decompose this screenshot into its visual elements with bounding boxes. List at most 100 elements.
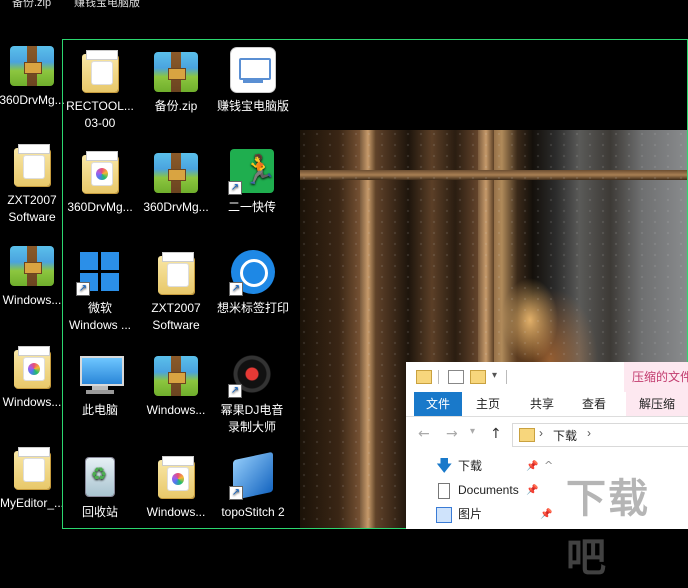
tab-share[interactable]: 共享	[522, 392, 562, 416]
tab-home[interactable]: 主页	[468, 392, 508, 416]
shortcut-arrow-icon: ↗	[228, 181, 242, 195]
recent-dropdown-icon[interactable]: ▾	[470, 426, 475, 437]
label-print-app-icon: ↗	[229, 248, 277, 296]
folder-icon	[8, 140, 56, 188]
shortcut-arrow-icon: ↗	[228, 384, 242, 398]
desktop-icon[interactable]: ZXT2007 Software	[140, 248, 212, 334]
desktop-icon-label: topoStitch 2	[221, 505, 285, 519]
nav-item-label: 下载	[458, 459, 483, 473]
back-arrow-icon[interactable]: ←	[418, 426, 430, 442]
desktop-icon[interactable]: ↗ 想米标签打印	[216, 248, 290, 317]
desktop-icon[interactable]: 赚钱宝电脑版	[216, 46, 290, 115]
desktop-icon[interactable]: ↗ 幂果DJ电音 录制大师	[216, 350, 288, 436]
address-bar[interactable]: › 下载 ›	[512, 423, 688, 447]
download-arrow-icon: 🡇	[436, 456, 453, 475]
chevron-up-icon[interactable]: ^	[544, 459, 553, 472]
folder-icon	[8, 443, 56, 491]
desktop-icon-label: ZXT2007 Software	[7, 193, 57, 224]
desktop-icon-label: 360DrvMg...	[0, 93, 65, 107]
desktop-icon[interactable]: 此电脑	[64, 350, 136, 419]
toolbar-separator	[438, 370, 439, 384]
customize-dropdown-icon[interactable]: ▾	[492, 370, 506, 382]
documents-icon	[438, 483, 450, 499]
zip-archive-icon	[8, 40, 56, 88]
pictures-icon	[436, 507, 452, 523]
address-path: 下载	[553, 429, 578, 443]
zip-archive-icon	[152, 350, 200, 398]
desktop-icon[interactable]: ↗ 微软 Windows ...	[64, 248, 136, 334]
desktop-icon-label: MyEditor_...	[0, 496, 65, 510]
desktop-icon[interactable]: 回收站	[64, 452, 136, 521]
up-arrow-icon[interactable]: ↑	[490, 426, 502, 442]
zip-archive-icon	[152, 46, 200, 94]
kuaichuan-app-icon: 🏃 ↗	[228, 147, 277, 195]
folder-icon	[8, 342, 56, 390]
wallpaper-dark-area	[300, 0, 688, 130]
desktop-icon-label: 360DrvMg...	[67, 200, 133, 214]
shortcut-arrow-icon: ↗	[229, 486, 243, 500]
windows-logo-icon: ↗	[76, 248, 124, 296]
desktop-icon[interactable]: 360DrvMg...	[0, 40, 68, 109]
folder-icon	[76, 147, 124, 195]
desktop-icon-label: 回收站	[81, 505, 118, 519]
desktop-icon[interactable]: ZXT2007 Software	[0, 140, 68, 226]
pin-icon[interactable]: 📌	[526, 485, 538, 496]
address-bar-row: ← → ▾ ↑ › 下载 ›	[406, 417, 688, 451]
desktop-icon-label: 二一快传	[227, 200, 276, 214]
desktop-icon-label: 此电脑	[81, 403, 118, 417]
desktop-icon[interactable]: 360DrvMg...	[64, 147, 136, 216]
chevron-right-icon[interactable]: ›	[539, 426, 543, 440]
desktop-icon-label: 赚钱宝电脑版	[216, 99, 289, 113]
desktop-icon[interactable]: ↗ topoStitch 2	[216, 451, 290, 521]
nav-item-label: 图片	[458, 507, 483, 521]
desktop-icon[interactable]: Windows...	[0, 240, 68, 309]
zhuanqianbao-app-icon	[229, 46, 277, 94]
new-folder-icon[interactable]	[470, 370, 486, 384]
tab-view[interactable]: 查看	[574, 392, 614, 416]
tab-extract[interactable]: 解压缩	[626, 392, 688, 416]
desktop-icon-label: 360DrvMg...	[143, 200, 209, 214]
desktop-icon[interactable]: MyEditor_...	[0, 443, 68, 512]
folder-icon[interactable]	[416, 370, 432, 384]
desktop-icon-label: 想米标签打印	[216, 301, 289, 315]
folder-icon	[76, 46, 124, 94]
cutoff-label: 赚钱宝电脑版	[74, 0, 140, 9]
folder-icon	[519, 428, 535, 442]
folder-icon	[152, 452, 200, 500]
this-pc-icon	[76, 350, 124, 398]
toolbar-separator	[506, 370, 507, 384]
desktop-icon-label: 备份.zip	[154, 99, 198, 113]
shortcut-arrow-icon: ↗	[229, 282, 243, 296]
desktop-icon[interactable]: Windows...	[0, 342, 68, 411]
dj-record-app-icon: ↗	[228, 350, 276, 398]
tab-file[interactable]: 文件	[414, 392, 462, 416]
shortcut-arrow-icon: ↗	[76, 282, 90, 296]
desktop-icon[interactable]: 360DrvMg...	[140, 147, 212, 216]
properties-icon[interactable]	[448, 370, 464, 384]
desktop-icon-label: ZXT2007 Software	[151, 301, 201, 332]
desktop-icon[interactable]: 备份.zip	[140, 46, 212, 115]
topostitch-app-icon: ↗	[229, 451, 277, 501]
chevron-right-icon[interactable]: ›	[587, 426, 591, 440]
forward-arrow-icon[interactable]: →	[446, 426, 458, 442]
desktop-icon[interactable]: Windows...	[140, 452, 212, 521]
top-cutoff-labels: 备份.zip 赚钱宝电脑版	[0, 0, 300, 10]
desktop-icon-label: Windows...	[146, 403, 206, 417]
zip-archive-icon	[152, 147, 200, 195]
desktop-icon-label: RECTOOL... 03-00	[66, 99, 134, 130]
desktop-icon-label: 幂果DJ电音 录制大师	[220, 403, 284, 434]
desktop-icon-label: Windows...	[146, 505, 206, 519]
zip-archive-icon	[8, 240, 56, 288]
desktop-icon[interactable]: RECTOOL... 03-00	[64, 46, 136, 132]
pin-icon[interactable]: 📌	[526, 461, 538, 472]
compressed-tools-context-tab[interactable]: 压缩的文件	[624, 362, 688, 392]
pin-icon[interactable]: 📌	[540, 509, 552, 520]
desktop-icon[interactable]: Windows...	[140, 350, 212, 419]
nav-item-label: Documents	[458, 483, 519, 497]
ribbon-tabs: 文件 主页 共享 查看 解压缩	[406, 392, 688, 417]
recycle-bin-icon	[76, 452, 124, 500]
desktop-icon[interactable]: 🏃 ↗ 二一快传	[216, 147, 288, 216]
desktop-icon-label: Windows...	[2, 395, 62, 409]
cutoff-label: 备份.zip	[12, 0, 52, 9]
folder-icon	[152, 248, 200, 296]
